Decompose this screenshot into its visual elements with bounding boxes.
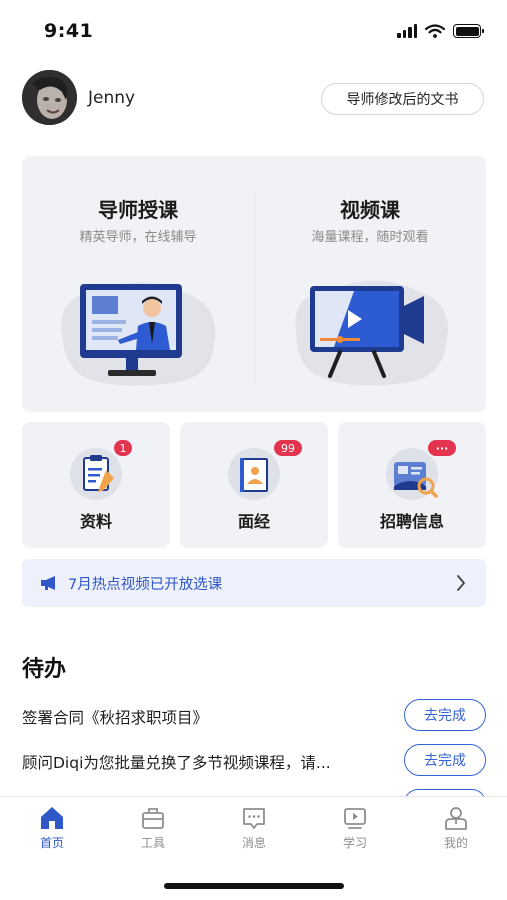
todo-item-text: 顾问Diqi为您批量兑换了多节视频课程，请... [22,754,331,772]
tutor-course-entry[interactable]: 导师授课 精英导师，在线辅导 [22,156,254,412]
tile-job-info[interactable]: ··· 招聘信息 [338,422,486,548]
revised-documents-button[interactable]: 导师修改后的文书 [321,83,484,115]
complete-button[interactable]: 去完成 [404,699,486,731]
notification-badge: ··· [426,438,458,458]
tab-profile[interactable]: 我的 [426,805,486,857]
notice-banner[interactable]: 7月热点视频已开放选课 [22,559,486,607]
wifi-icon [425,24,445,38]
todo-item: 顾问Diqi为您批量兑换了多节视频课程，请... 去完成 [0,744,507,778]
tab-label: 工具 [140,836,165,850]
user-icon [445,807,467,830]
tab-messages[interactable]: 消息 [224,805,284,857]
toolbox-icon [142,808,164,829]
chevron-right-icon [457,575,465,591]
status-time: 9:41 [44,20,94,42]
tab-home[interactable]: 首页 [22,805,82,857]
avatar[interactable] [22,70,77,125]
tile-materials[interactable]: 1 资料 [22,422,170,548]
course-subtitle: 海量课程，随时观看 [311,230,429,245]
notification-badge: 99 [272,438,304,458]
battery-icon [453,24,484,38]
tile-label: 资料 [79,512,112,531]
play-screen-icon [344,808,366,829]
home-icon [41,807,63,829]
message-icon [243,808,265,829]
notice-text: 7月热点视频已开放选课 [68,576,223,593]
status-icons [397,24,484,38]
tile-label: 面经 [237,512,270,531]
tile-interview-experience[interactable]: 99 面经 [180,422,328,548]
notification-badge: 1 [112,438,134,458]
tab-label: 首页 [39,836,64,850]
tab-label: 消息 [241,836,266,850]
tab-study[interactable]: 学习 [325,805,385,857]
course-title: 视频课 [340,198,400,222]
status-bar: 9:41 [0,0,507,62]
video-illustration-icon [295,280,448,386]
complete-button[interactable]: 去完成 [404,744,486,776]
todo-item: 签署合同《秋招求职项目》 去完成 [0,699,507,733]
cellular-signal-icon [397,24,417,38]
home-indicator [164,883,344,889]
todo-item-text: 签署合同《秋招求职项目》 [22,709,209,727]
course-card: 导师授课 精英导师，在线辅导 视频课 海量课程，随时观看 [22,156,486,412]
tile-label: 招聘信息 [379,512,444,531]
tutor-illustration-icon [61,282,216,386]
username: Jenny [88,88,136,108]
video-course-entry[interactable]: 视频课 海量课程，随时观看 [254,156,486,412]
tab-tools[interactable]: 工具 [123,805,183,857]
megaphone-icon [41,576,55,590]
tab-label: 我的 [443,836,468,850]
course-title: 导师授课 [98,198,178,222]
course-subtitle: 精英导师，在线辅导 [79,230,197,245]
todo-section-title: 待办 [22,657,67,682]
tab-label: 学习 [342,836,367,850]
